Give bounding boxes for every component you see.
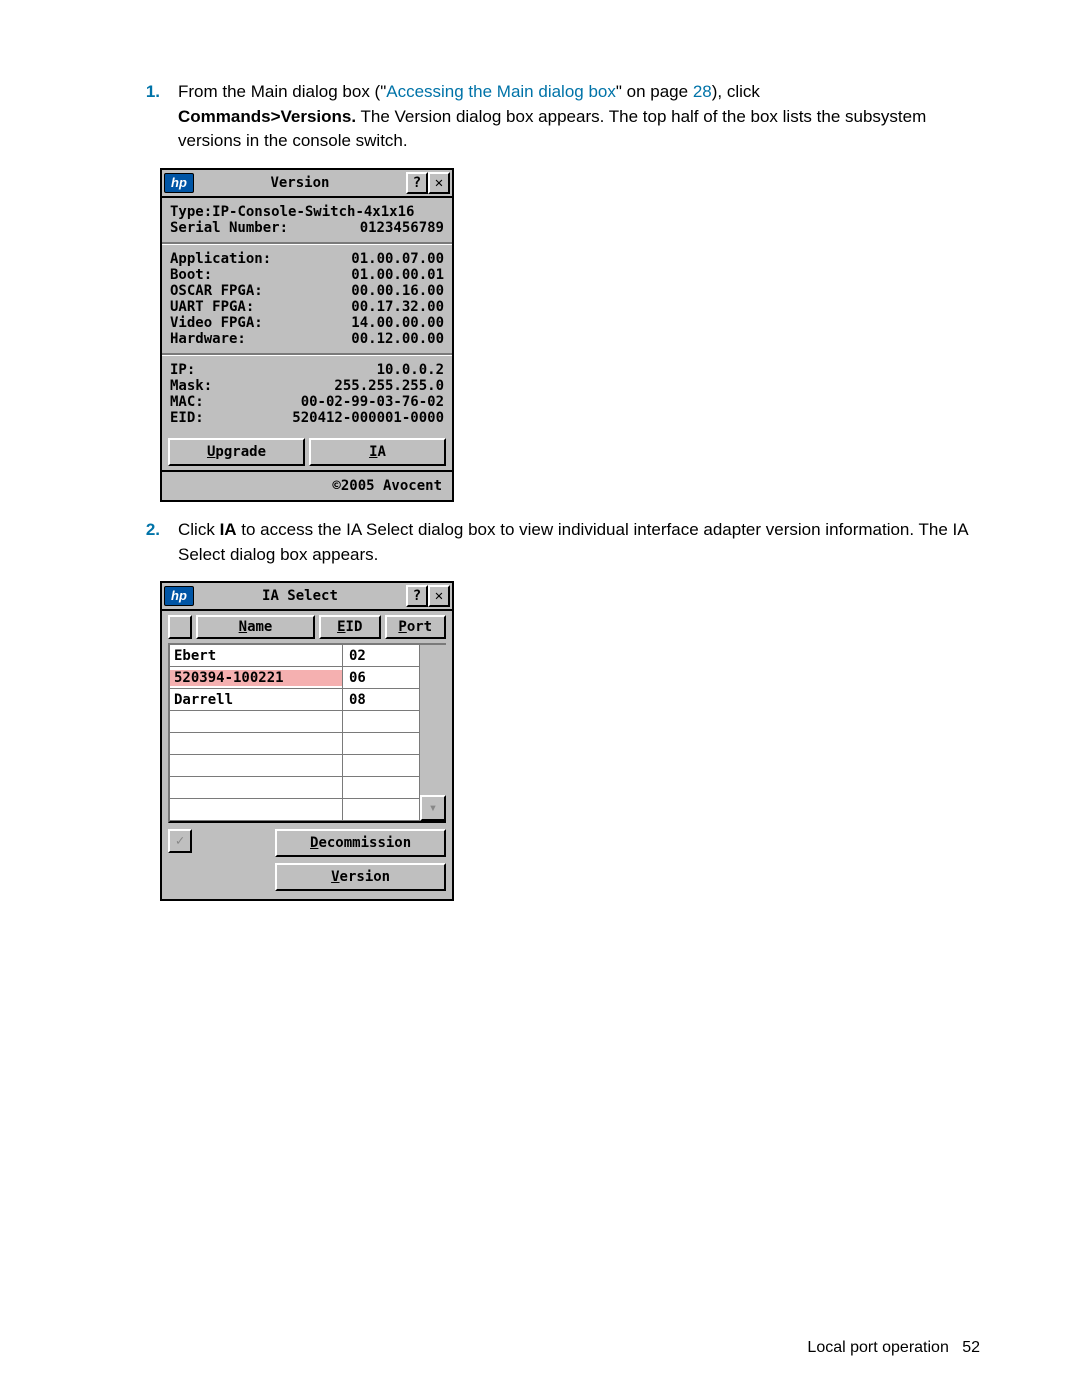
- menu-path: Commands>Versions.: [178, 107, 356, 126]
- scroll-down-icon[interactable]: ▾: [420, 795, 446, 821]
- copyright-text: ©2005 Avocent: [162, 470, 452, 500]
- scrollbar[interactable]: ▾: [419, 645, 446, 821]
- titlebar: hp Version ? ✕: [162, 170, 452, 198]
- version-dialog: hp Version ? ✕ Type:IP-Console-Switch-4x…: [160, 168, 454, 502]
- titlebar: hp IA Select ? ✕: [162, 583, 452, 611]
- page-ref-link[interactable]: 28: [693, 82, 712, 101]
- list-item[interactable]: [170, 733, 446, 755]
- net-row: IP:10.0.0.2: [170, 362, 444, 378]
- dialog-title: Version: [194, 175, 406, 191]
- upgrade-button[interactable]: Upgrade: [168, 438, 305, 466]
- list-item[interactable]: [170, 799, 446, 821]
- cross-ref-link[interactable]: Accessing the Main dialog box: [386, 82, 616, 101]
- port-header-button[interactable]: Port: [385, 615, 447, 639]
- label: Type:IP-Console-Switch-4x1x16: [170, 204, 414, 220]
- ia-button[interactable]: IA: [309, 438, 446, 466]
- list-item[interactable]: [170, 711, 446, 733]
- dialog-title: IA Select: [194, 588, 406, 604]
- version-row: Boot:01.00.00.01: [170, 267, 444, 283]
- version-row: UART FPGA:00.17.32.00: [170, 299, 444, 315]
- text: " on page: [616, 82, 693, 101]
- footer-section: Local port operation: [807, 1339, 948, 1356]
- step-number: 1.: [100, 80, 178, 154]
- list-item[interactable]: 520394-10022106: [170, 667, 446, 689]
- eid-header-button[interactable]: EID: [319, 615, 381, 639]
- type-row: Type:IP-Console-Switch-4x1x16: [170, 204, 444, 220]
- step-text: Click IA to access the IA Select dialog …: [178, 518, 980, 567]
- button-name: IA: [220, 520, 237, 539]
- label: Serial Number:: [170, 220, 288, 236]
- close-button[interactable]: ✕: [428, 585, 450, 607]
- footer-page-number: 52: [962, 1339, 980, 1356]
- version-row: Hardware:00.12.00.00: [170, 331, 444, 347]
- list-item[interactable]: Ebert02: [170, 645, 446, 667]
- net-row: EID:520412-000001-0000: [170, 410, 444, 426]
- ia-list: Ebert02 520394-10022106 Darrell08 ▾: [168, 643, 446, 823]
- text: From the Main dialog box (": [178, 82, 386, 101]
- version-row: OSCAR FPGA:00.00.16.00: [170, 283, 444, 299]
- name-header-button[interactable]: Name: [196, 615, 315, 639]
- close-button[interactable]: ✕: [428, 172, 450, 194]
- version-button[interactable]: Version: [275, 863, 446, 891]
- hp-logo-icon: hp: [164, 173, 194, 193]
- help-button[interactable]: ?: [406, 585, 428, 607]
- page-footer: Local port operation 52: [807, 1339, 980, 1357]
- net-row: MAC:00-02-99-03-76-02: [170, 394, 444, 410]
- decommission-button[interactable]: Decommission: [275, 829, 446, 857]
- step-1: 1. From the Main dialog box ("Accessing …: [100, 80, 980, 154]
- list-item[interactable]: [170, 777, 446, 799]
- ia-select-dialog: hp IA Select ? ✕ Name EID Port Ebert02 5…: [160, 581, 454, 901]
- serial-row: Serial Number: 0123456789: [170, 220, 444, 236]
- help-button[interactable]: ?: [406, 172, 428, 194]
- step-2: 2. Click IA to access the IA Select dial…: [100, 518, 980, 567]
- hp-logo-icon: hp: [164, 586, 194, 606]
- check-toggle-button[interactable]: ✓: [168, 829, 192, 853]
- text: ), click: [712, 82, 760, 101]
- version-row: Application:01.00.07.00: [170, 251, 444, 267]
- step-number: 2.: [100, 518, 178, 567]
- value: 0123456789: [360, 220, 444, 236]
- sort-toggle-button[interactable]: [168, 615, 192, 639]
- step-text: From the Main dialog box ("Accessing the…: [178, 80, 980, 154]
- text: to access the IA Select dialog box to vi…: [178, 520, 968, 564]
- list-item[interactable]: Darrell08: [170, 689, 446, 711]
- list-item[interactable]: [170, 755, 446, 777]
- text: Click: [178, 520, 220, 539]
- net-row: Mask:255.255.255.0: [170, 378, 444, 394]
- version-row: Video FPGA:14.00.00.00: [170, 315, 444, 331]
